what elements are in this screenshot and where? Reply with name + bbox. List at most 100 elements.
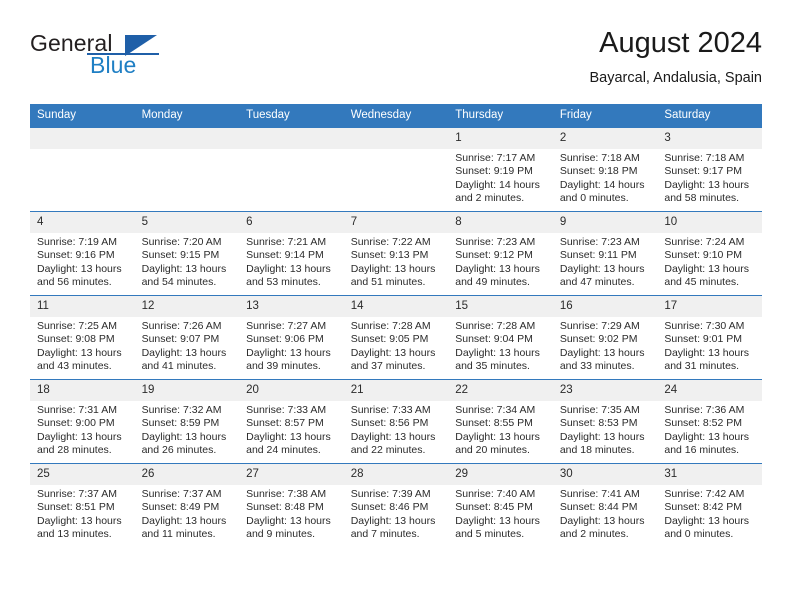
daylight-text: Daylight: 14 hours and 2 minutes.: [455, 178, 540, 205]
daylight-text: Daylight: 13 hours and 0 minutes.: [664, 514, 750, 541]
daylight-text: Daylight: 13 hours and 56 minutes.: [37, 262, 122, 289]
calendar-day-cell[interactable]: 18 Sunrise: 7:31 AM Sunset: 9:00 PM Dayligh…: [30, 379, 135, 464]
calendar-day-cell[interactable]: 15 Sunrise: 7:28 AM Sunset: 9:04 PM Dayligh…: [448, 295, 553, 380]
calendar-day-cell[interactable]: 10 Sunrise: 7:24 AM Sunset: 9:10 PM Dayligh…: [657, 211, 762, 296]
calendar-day-cell[interactable]: 30 Sunrise: 7:41 AM Sunset: 8:44 PM Dayligh…: [552, 463, 658, 547]
day-details: Sunrise: 7:27 AM Sunset: 9:06 PM Daylight:…: [239, 317, 344, 374]
day-details: Sunrise: 7:21 AM Sunset: 9:14 PM Daylight:…: [239, 233, 344, 290]
sunset-text: Sunset: 8:45 PM: [455, 501, 533, 514]
day-number: 23: [552, 380, 658, 401]
sunrise-text: Sunrise: 7:29 AM: [559, 320, 640, 332]
calendar-day-cell[interactable]: 2 Sunrise: 7:18 AM Sunset: 9:18 PM Daylight…: [552, 128, 658, 212]
daylight-text: Daylight: 13 hours and 11 minutes.: [141, 514, 227, 541]
sunrise-text: Sunrise: 7:26 AM: [141, 320, 222, 332]
calendar-day-cell[interactable]: 17 Sunrise: 7:30 AM Sunset: 9:01 PM Dayligh…: [657, 295, 762, 380]
calendar-day-cell[interactable]: 14 Sunrise: 7:28 AM Sunset: 9:05 PM Dayligh…: [343, 295, 449, 380]
day-details: Sunrise: 7:18 AM Sunset: 9:18 PM Daylight:…: [553, 149, 658, 206]
sunrise-text: Sunrise: 7:37 AM: [37, 488, 117, 500]
weekday-header-friday: Friday: [552, 104, 658, 128]
day-number: 7: [343, 212, 449, 233]
sunset-text: Sunset: 9:02 PM: [559, 333, 638, 346]
calendar-day-cell[interactable]: 13 Sunrise: 7:27 AM Sunset: 9:06 PM Dayligh…: [239, 295, 344, 380]
day-details: Sunrise: 7:32 AM Sunset: 8:59 PM Daylight:…: [135, 401, 240, 458]
sunrise-text: Sunrise: 7:23 AM: [455, 236, 536, 248]
sunset-text: Sunset: 9:12 PM: [455, 249, 533, 262]
daylight-text: Daylight: 13 hours and 13 minutes.: [37, 514, 122, 541]
calendar-week-row: 11 Sunrise: 7:25 AM Sunset: 9:08 PM Dayligh…: [30, 295, 762, 380]
calendar-day-cell[interactable]: 24 Sunrise: 7:36 AM Sunset: 8:52 PM Dayligh…: [657, 379, 762, 464]
calendar-day-cell[interactable]: 8 Sunrise: 7:23 AM Sunset: 9:12 PM Daylight…: [448, 211, 553, 296]
calendar-day-cell[interactable]: 22 Sunrise: 7:34 AM Sunset: 8:55 PM Dayligh…: [448, 379, 553, 464]
day-number: 15: [448, 296, 553, 317]
sunset-text: Sunset: 9:13 PM: [350, 249, 429, 262]
day-number: 3: [657, 128, 762, 149]
calendar-day-cell[interactable]: 26 Sunrise: 7:37 AM Sunset: 8:49 PM Dayligh…: [134, 463, 240, 547]
calendar-day-cell[interactable]: 12 Sunrise: 7:26 AM Sunset: 9:07 PM Dayligh…: [134, 295, 240, 380]
daylight-text: Daylight: 13 hours and 45 minutes.: [664, 262, 750, 289]
daylight-text: Daylight: 13 hours and 33 minutes.: [559, 346, 645, 373]
daylight-text: Daylight: 13 hours and 58 minutes.: [664, 178, 750, 205]
sunset-text: Sunset: 9:07 PM: [141, 333, 220, 346]
calendar-day-cell[interactable]: 7 Sunrise: 7:22 AM Sunset: 9:13 PM Daylight…: [343, 211, 449, 296]
day-details: Sunrise: 7:31 AM Sunset: 9:00 PM Daylight:…: [30, 401, 135, 458]
day-details: Sunrise: 7:38 AM Sunset: 8:48 PM Daylight:…: [239, 485, 344, 542]
calendar-day-cell[interactable]: 29 Sunrise: 7:40 AM Sunset: 8:45 PM Dayligh…: [448, 463, 553, 547]
day-number: [134, 128, 240, 149]
day-number: 12: [134, 296, 240, 317]
sunrise-text: Sunrise: 7:23 AM: [559, 236, 640, 248]
sunrise-text: Sunrise: 7:41 AM: [559, 488, 640, 500]
day-details: Sunrise: 7:41 AM Sunset: 8:44 PM Daylight:…: [553, 485, 658, 542]
day-details: Sunrise: 7:29 AM Sunset: 9:02 PM Daylight:…: [553, 317, 658, 374]
day-number: 30: [552, 464, 658, 485]
daylight-text: Daylight: 13 hours and 5 minutes.: [455, 514, 540, 541]
calendar-day-cell[interactable]: 28 Sunrise: 7:39 AM Sunset: 8:46 PM Dayligh…: [343, 463, 449, 547]
day-details: Sunrise: 7:36 AM Sunset: 8:52 PM Daylight:…: [657, 401, 762, 458]
sunset-text: Sunset: 9:10 PM: [664, 249, 743, 262]
calendar-day-cell-empty: [343, 128, 449, 212]
calendar-day-cell[interactable]: 20 Sunrise: 7:33 AM Sunset: 8:57 PM Dayligh…: [239, 379, 344, 464]
calendar-day-cell[interactable]: 5 Sunrise: 7:20 AM Sunset: 9:15 PM Daylight…: [134, 211, 240, 296]
calendar-week-row: 4 Sunrise: 7:19 AM Sunset: 9:16 PM Daylight…: [30, 211, 762, 296]
daylight-text: Daylight: 13 hours and 37 minutes.: [350, 346, 436, 373]
day-details: Sunrise: 7:42 AM Sunset: 8:42 PM Daylight:…: [657, 485, 762, 542]
sunset-text: Sunset: 8:46 PM: [350, 501, 429, 514]
sunrise-text: Sunrise: 7:28 AM: [350, 320, 431, 332]
brand-logo[interactable]: General Blue: [30, 30, 270, 86]
day-details: Sunrise: 7:34 AM Sunset: 8:55 PM Daylight:…: [448, 401, 553, 458]
calendar-day-cell[interactable]: 25 Sunrise: 7:37 AM Sunset: 8:51 PM Dayligh…: [30, 463, 135, 547]
calendar-day-cell[interactable]: 3 Sunrise: 7:18 AM Sunset: 9:17 PM Daylight…: [657, 128, 762, 212]
day-number: 4: [30, 212, 135, 233]
sunrise-text: Sunrise: 7:25 AM: [37, 320, 117, 332]
sunset-text: Sunset: 9:18 PM: [559, 165, 638, 178]
daylight-text: Daylight: 13 hours and 39 minutes.: [246, 346, 331, 373]
calendar-day-cell[interactable]: 9 Sunrise: 7:23 AM Sunset: 9:11 PM Daylight…: [552, 211, 658, 296]
calendar-day-cell[interactable]: 11 Sunrise: 7:25 AM Sunset: 9:08 PM Dayligh…: [30, 295, 135, 380]
calendar-day-cell[interactable]: 27 Sunrise: 7:38 AM Sunset: 8:48 PM Dayligh…: [239, 463, 344, 547]
day-number: 5: [134, 212, 240, 233]
sunrise-text: Sunrise: 7:22 AM: [350, 236, 431, 248]
sunset-text: Sunset: 9:15 PM: [141, 249, 220, 262]
day-number: 17: [657, 296, 762, 317]
calendar-day-cell[interactable]: 31 Sunrise: 7:42 AM Sunset: 8:42 PM Dayligh…: [657, 463, 762, 547]
sunrise-text: Sunrise: 7:18 AM: [664, 152, 745, 164]
sunrise-text: Sunrise: 7:24 AM: [664, 236, 745, 248]
sunset-text: Sunset: 8:57 PM: [246, 417, 324, 430]
calendar-day-cell[interactable]: 21 Sunrise: 7:33 AM Sunset: 8:56 PM Dayligh…: [343, 379, 449, 464]
calendar-day-cell[interactable]: 6 Sunrise: 7:21 AM Sunset: 9:14 PM Daylight…: [239, 211, 344, 296]
calendar-day-cell[interactable]: 4 Sunrise: 7:19 AM Sunset: 9:16 PM Daylight…: [30, 211, 135, 296]
daylight-text: Daylight: 13 hours and 7 minutes.: [350, 514, 436, 541]
calendar-day-cell[interactable]: 1 Sunrise: 7:17 AM Sunset: 9:19 PM Daylight…: [448, 128, 553, 212]
day-number: 16: [552, 296, 658, 317]
sunrise-text: Sunrise: 7:30 AM: [664, 320, 745, 332]
sunset-text: Sunset: 8:53 PM: [559, 417, 638, 430]
calendar-day-cell[interactable]: 16 Sunrise: 7:29 AM Sunset: 9:02 PM Dayligh…: [552, 295, 658, 380]
calendar-day-cell[interactable]: 19 Sunrise: 7:32 AM Sunset: 8:59 PM Dayligh…: [134, 379, 240, 464]
sunrise-text: Sunrise: 7:20 AM: [141, 236, 222, 248]
page-header: General Blue August 2024 Bayarcal, Andal…: [30, 26, 762, 98]
sunset-text: Sunset: 9:00 PM: [37, 417, 115, 430]
daylight-text: Daylight: 13 hours and 31 minutes.: [664, 346, 750, 373]
day-details: Sunrise: 7:28 AM Sunset: 9:05 PM Daylight:…: [344, 317, 449, 374]
day-number: [30, 128, 135, 149]
calendar-day-cell[interactable]: 23 Sunrise: 7:35 AM Sunset: 8:53 PM Dayligh…: [552, 379, 658, 464]
sunset-text: Sunset: 8:59 PM: [141, 417, 220, 430]
